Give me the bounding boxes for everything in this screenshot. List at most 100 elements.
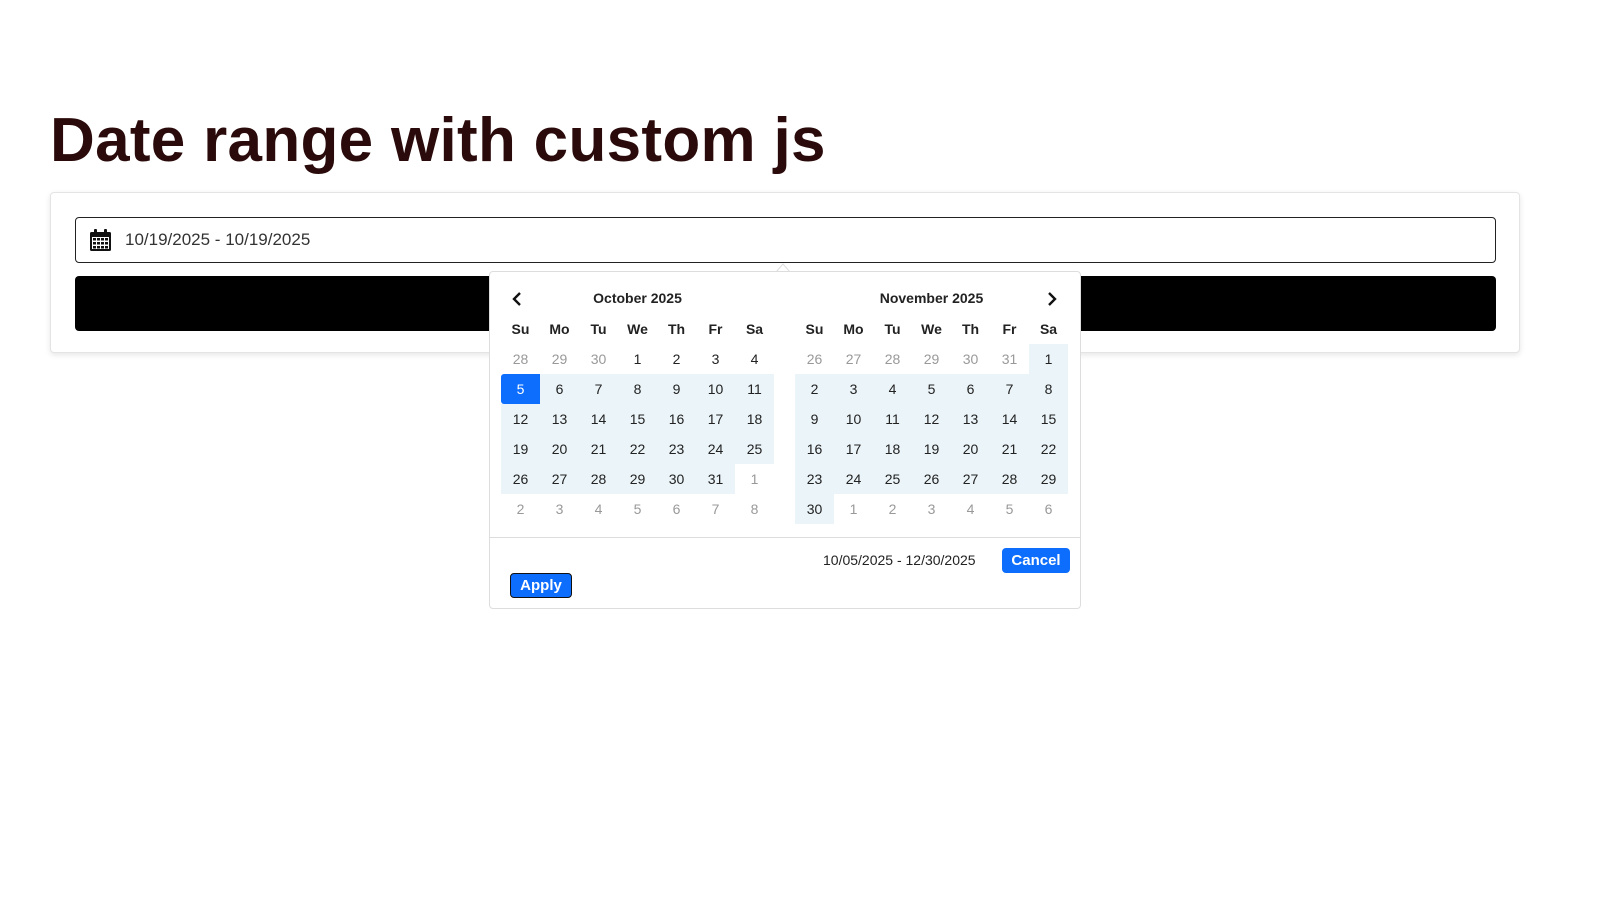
- day-cell[interactable]: 28: [501, 344, 540, 374]
- day-cell[interactable]: 5: [912, 374, 951, 404]
- day-cell[interactable]: 26: [795, 344, 834, 374]
- day-cell[interactable]: 31: [696, 464, 735, 494]
- weekday-header: Fr: [708, 321, 723, 337]
- day-cell[interactable]: 30: [579, 344, 618, 374]
- day-cell[interactable]: 29: [618, 464, 657, 494]
- date-range-picker: October 2025 Su Mo Tu We Th Fr Sa 28 29 30 1 2 3 4 5 6 7…: [489, 271, 1081, 609]
- day-cell[interactable]: 25: [735, 434, 774, 464]
- day-cell[interactable]: 17: [834, 434, 873, 464]
- day-cell[interactable]: 10: [696, 374, 735, 404]
- day-cell[interactable]: 26: [501, 464, 540, 494]
- day-cell[interactable]: 4: [735, 344, 774, 374]
- day-cell[interactable]: 22: [1029, 434, 1068, 464]
- day-cell[interactable]: 6: [540, 374, 579, 404]
- day-cell[interactable]: 4: [873, 374, 912, 404]
- day-cell[interactable]: 28: [873, 344, 912, 374]
- day-cell[interactable]: 4: [951, 494, 990, 524]
- day-cell[interactable]: 2: [873, 494, 912, 524]
- weekday-header: Mo: [549, 321, 570, 337]
- day-cell[interactable]: 8: [735, 494, 774, 524]
- day-cell[interactable]: 9: [795, 404, 834, 434]
- day-cell[interactable]: 2: [501, 494, 540, 524]
- day-cell[interactable]: 25: [873, 464, 912, 494]
- day-cell-selected[interactable]: 5: [501, 374, 540, 404]
- day-cell[interactable]: 29: [1029, 464, 1068, 494]
- month-header: October 2025: [501, 284, 774, 312]
- day-cell[interactable]: 4: [579, 494, 618, 524]
- day-cell[interactable]: 6: [1029, 494, 1068, 524]
- month-title: October 2025: [593, 290, 682, 306]
- weekday-header: Tu: [590, 321, 607, 337]
- day-cell[interactable]: 30: [951, 344, 990, 374]
- day-cell[interactable]: 6: [657, 494, 696, 524]
- day-cell[interactable]: 13: [951, 404, 990, 434]
- day-cell[interactable]: 28: [579, 464, 618, 494]
- day-cell[interactable]: 2: [657, 344, 696, 374]
- day-cell[interactable]: 1: [735, 464, 774, 494]
- day-cell[interactable]: 7: [990, 374, 1029, 404]
- day-cell[interactable]: 15: [1029, 404, 1068, 434]
- day-cell[interactable]: 5: [990, 494, 1029, 524]
- day-cell[interactable]: 20: [951, 434, 990, 464]
- day-cell[interactable]: 16: [795, 434, 834, 464]
- day-cell[interactable]: 17: [696, 404, 735, 434]
- day-cell[interactable]: 8: [618, 374, 657, 404]
- day-cell[interactable]: 23: [657, 434, 696, 464]
- day-cell[interactable]: 27: [951, 464, 990, 494]
- day-cell[interactable]: 24: [696, 434, 735, 464]
- day-cell[interactable]: 30: [657, 464, 696, 494]
- next-month-button[interactable]: [1038, 288, 1066, 310]
- day-cell[interactable]: 7: [696, 494, 735, 524]
- day-cell[interactable]: 10: [834, 404, 873, 434]
- day-cell[interactable]: 3: [540, 494, 579, 524]
- day-cell[interactable]: 13: [540, 404, 579, 434]
- day-cell[interactable]: 18: [735, 404, 774, 434]
- day-cell[interactable]: 5: [618, 494, 657, 524]
- day-cell[interactable]: 26: [912, 464, 951, 494]
- day-cell[interactable]: 9: [657, 374, 696, 404]
- day-cell[interactable]: 14: [990, 404, 1029, 434]
- day-cell[interactable]: 29: [540, 344, 579, 374]
- day-cell[interactable]: 27: [834, 344, 873, 374]
- day-cell[interactable]: 3: [696, 344, 735, 374]
- day-cell[interactable]: 22: [618, 434, 657, 464]
- day-cell[interactable]: 12: [912, 404, 951, 434]
- weekday-header: Sa: [745, 321, 764, 337]
- day-cell[interactable]: 1: [1029, 344, 1068, 374]
- day-cell[interactable]: 19: [501, 434, 540, 464]
- day-cell[interactable]: 24: [834, 464, 873, 494]
- day-cell[interactable]: 15: [618, 404, 657, 434]
- day-cell[interactable]: 7: [579, 374, 618, 404]
- weekday-header: Fr: [1002, 321, 1017, 337]
- day-cell[interactable]: 12: [501, 404, 540, 434]
- weekday-header: We: [921, 321, 942, 337]
- day-cell[interactable]: 30: [795, 494, 834, 524]
- day-cell[interactable]: 16: [657, 404, 696, 434]
- day-cell[interactable]: 3: [834, 374, 873, 404]
- day-cell[interactable]: 19: [912, 434, 951, 464]
- apply-button[interactable]: Apply: [510, 573, 572, 598]
- day-cell[interactable]: 21: [990, 434, 1029, 464]
- cancel-button[interactable]: Cancel: [1002, 548, 1070, 573]
- day-cell[interactable]: 14: [579, 404, 618, 434]
- day-cell[interactable]: 20: [540, 434, 579, 464]
- date-range-input[interactable]: 10/19/2025 - 10/19/2025: [75, 217, 1496, 263]
- day-cell[interactable]: 18: [873, 434, 912, 464]
- day-cell[interactable]: 1: [834, 494, 873, 524]
- calendar-left: October 2025 Su Mo Tu We Th Fr Sa 28 29 30 1 2 3 4 5 6 7…: [501, 284, 774, 524]
- footer-divider: [490, 537, 1080, 538]
- day-cell[interactable]: 1: [618, 344, 657, 374]
- day-cell[interactable]: 3: [912, 494, 951, 524]
- day-cell[interactable]: 28: [990, 464, 1029, 494]
- day-cell[interactable]: 29: [912, 344, 951, 374]
- day-cell[interactable]: 21: [579, 434, 618, 464]
- day-cell[interactable]: 2: [795, 374, 834, 404]
- day-cell[interactable]: 6: [951, 374, 990, 404]
- calendar-grid: Su Mo Tu We Th Fr Sa 26 27 28 29 30 31 1 2 3 4 5 6 7 8 9 10 11 1…: [795, 314, 1068, 524]
- day-cell[interactable]: 27: [540, 464, 579, 494]
- day-cell[interactable]: 8: [1029, 374, 1068, 404]
- day-cell[interactable]: 23: [795, 464, 834, 494]
- day-cell[interactable]: 31: [990, 344, 1029, 374]
- day-cell[interactable]: 11: [873, 404, 912, 434]
- day-cell[interactable]: 11: [735, 374, 774, 404]
